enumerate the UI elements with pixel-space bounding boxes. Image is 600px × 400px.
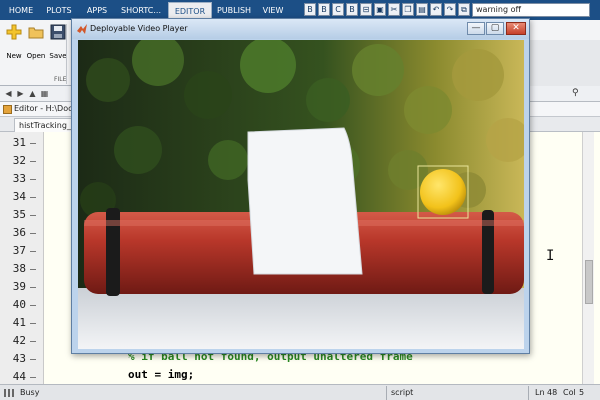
close-icon[interactable]: ✕ [506, 22, 526, 35]
copy-icon[interactable]: ❐ [402, 3, 414, 16]
open-folder-icon [28, 24, 44, 40]
text-cursor-icon: I [546, 248, 555, 264]
status-file-type: script [391, 388, 414, 397]
line-number: 39 [12, 280, 26, 293]
line-number: 42 [12, 334, 26, 347]
breakpoint-dash[interactable] [30, 341, 36, 342]
line-number: 41 [12, 316, 26, 329]
quick-access-b-2[interactable]: B [318, 3, 330, 16]
code-line-out-assign[interactable]: out = img; [128, 368, 194, 381]
line-number: 44 [12, 370, 26, 383]
ribbon-right-area [530, 40, 600, 86]
status-ln-label: Ln [535, 388, 545, 397]
switch-windows-icon[interactable]: ⧉ [458, 3, 470, 16]
quick-access-c[interactable]: C [332, 3, 344, 16]
line-number: 40 [12, 298, 26, 311]
minimize-icon[interactable]: — [467, 22, 485, 35]
breakpoint-dash[interactable] [30, 377, 36, 378]
video-player-window[interactable]: Deployable Video Player — ▢ ✕ [71, 18, 530, 354]
line-number: 35 [12, 208, 26, 221]
paste-icon[interactable]: ▤ [416, 3, 428, 16]
forward-icon[interactable]: ▶ [15, 88, 26, 99]
matlab-logo-icon [77, 24, 87, 34]
save-disk-icon [50, 24, 66, 40]
quick-access-b-3[interactable]: B [346, 3, 358, 16]
tab-home[interactable]: HOME [4, 2, 38, 20]
breakpoint-dash[interactable] [30, 197, 36, 198]
breakpoint-dash[interactable] [30, 233, 36, 234]
line-number: 31 [12, 136, 26, 149]
editor-icon [3, 105, 12, 114]
line-number: 32 [12, 154, 26, 167]
breakpoint-dash[interactable] [30, 179, 36, 180]
browse-icon[interactable]: ▦ [39, 88, 50, 99]
open-label: Open [26, 52, 46, 60]
line-number: 37 [12, 244, 26, 257]
status-divider [528, 386, 529, 400]
breakpoint-dash[interactable] [30, 323, 36, 324]
breakpoint-dash[interactable] [30, 287, 36, 288]
breakpoint-dash[interactable] [30, 251, 36, 252]
video-player-title-bar[interactable]: Deployable Video Player — ▢ ✕ [72, 19, 529, 39]
busy-icon [4, 389, 14, 397]
ribbon-group-file-label: FILE [54, 76, 67, 83]
open-button[interactable]: Open [25, 24, 47, 60]
quick-access-tool-icon[interactable]: ⊟ [360, 3, 372, 16]
new-label: New [6, 52, 22, 60]
line-number: 43 [12, 352, 26, 365]
up-folder-icon[interactable]: ▲ [27, 88, 38, 99]
toolstrip-tab-bar: HOME PLOTS APPS SHORTC... EDITOR PUBLISH… [0, 0, 600, 20]
redo-icon[interactable]: ↷ [444, 3, 456, 16]
status-ln-value: 48 [547, 388, 558, 397]
line-number: 38 [12, 262, 26, 275]
video-frame [78, 40, 524, 349]
quick-access-b-1[interactable]: B [304, 3, 316, 16]
status-busy-text: Busy [20, 388, 40, 397]
undo-icon[interactable]: ↶ [430, 3, 442, 16]
line-number: 33 [12, 172, 26, 185]
search-icon[interactable]: ⚲ [572, 88, 579, 98]
back-icon[interactable]: ◀ [3, 88, 14, 99]
ribbon-divider [66, 24, 67, 84]
breakpoint-dash[interactable] [30, 143, 36, 144]
new-button[interactable]: New [3, 24, 25, 60]
breakpoint-dash[interactable] [30, 305, 36, 306]
new-plus-icon [6, 24, 22, 40]
breakpoint-dash[interactable] [30, 359, 36, 360]
search-documentation-input[interactable]: warning off [472, 3, 590, 17]
save-small-icon[interactable]: ▣ [374, 3, 386, 16]
status-col-label: Col [563, 388, 576, 397]
line-number-gutter: 31 32 33 34 35 36 37 38 39 40 41 42 43 4… [0, 132, 44, 384]
scrollbar-thumb[interactable] [585, 260, 593, 304]
line-number: 34 [12, 190, 26, 203]
breakpoint-dash[interactable] [30, 269, 36, 270]
video-player-title: Deployable Video Player [90, 24, 188, 33]
status-bar: Busy script Ln 48 Col 5 [0, 384, 600, 400]
breakpoint-dash[interactable] [30, 161, 36, 162]
line-number: 36 [12, 226, 26, 239]
cut-icon[interactable]: ✂ [388, 3, 400, 16]
maximize-icon[interactable]: ▢ [486, 22, 504, 35]
editor-vertical-scrollbar[interactable] [582, 132, 594, 384]
video-frame-image [78, 40, 524, 349]
status-divider [386, 386, 387, 400]
breakpoint-dash[interactable] [30, 215, 36, 216]
status-col-value: 5 [579, 388, 585, 397]
